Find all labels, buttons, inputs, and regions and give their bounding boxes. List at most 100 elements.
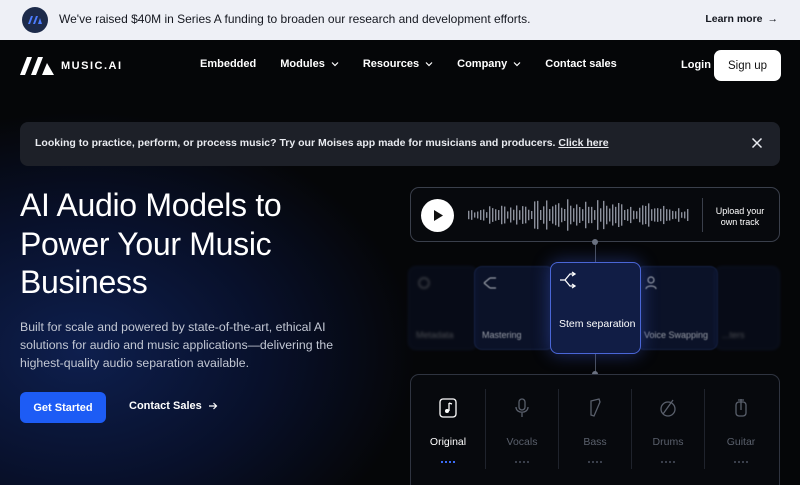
waveform-bar [648,203,650,227]
waveform-bar [675,211,677,219]
waveform-bar [543,206,545,224]
get-started-button[interactable]: Get Started [20,392,106,423]
waveform[interactable] [468,198,690,232]
waveform-bar [639,207,641,223]
module-card-next[interactable]: ...ters [714,266,780,350]
waveform-bar [678,208,680,222]
contact-sales-link[interactable]: Contact Sales [129,400,218,412]
waveform-bar [576,204,578,226]
module-card-mastering[interactable]: Mastering [474,266,554,350]
module-label: Metadata [416,330,454,340]
waveform-bar [510,207,512,223]
play-icon [433,210,443,221]
signup-button[interactable]: Sign up [714,50,781,81]
nav-link-company[interactable]: Company [457,58,521,70]
nav-link-contact-sales[interactable]: Contact sales [545,58,617,70]
contact-sales-label: Contact Sales [129,400,202,412]
banner-message: Looking to practice, perform, or process… [35,137,559,149]
waveform-bar [474,212,476,218]
waveform-bar [645,205,647,225]
waveform-bar [582,209,584,221]
stem-label: Guitar [726,436,756,448]
announcement-bar: We've raised $40M in Series A funding to… [0,0,800,40]
waveform-bar [660,208,662,222]
waveform-bar [663,205,665,225]
waveform-bar [600,208,602,222]
chevron-down-icon [331,62,339,67]
waveform-bar [504,206,506,224]
banner-click-here-link[interactable]: Click here [558,137,608,149]
waveform-bar [594,210,596,220]
stem-option-original[interactable]: Original [412,383,484,483]
waveform-bar [501,205,503,225]
guitar-icon [735,399,747,417]
module-card-voice-swapping[interactable]: Voice Swapping [636,266,718,350]
learn-more-link[interactable]: Learn more → [705,13,778,25]
connector-dot [592,239,598,245]
chevron-down-icon [513,62,521,67]
hero-headline: AI Audio Models to Power Your Music Busi… [20,187,282,300]
waveform-bar [513,209,515,221]
stem-indicator [734,461,748,463]
waveform-bar [498,210,500,220]
stem-option-bass[interactable]: Bass [559,383,631,483]
waveform-bar [528,209,530,221]
waveform-bar [627,209,629,221]
stem-option-vocals[interactable]: Vocals [486,383,558,483]
close-icon[interactable] [750,136,764,150]
waveform-bar [558,203,560,227]
stem-option-guitar[interactable]: Guitar [705,383,777,483]
waveform-bar [489,206,491,224]
waveform-bar [561,207,563,223]
connector-line [595,242,596,264]
waveform-bar [624,209,626,221]
module-label: ...ters [722,330,745,340]
nav-link-modules[interactable]: Modules [280,58,339,70]
waveform-bar [621,204,623,226]
module-card-metadata[interactable]: Metadata [408,266,478,350]
waveform-bar [666,209,668,221]
waveform-bar [588,206,590,224]
waveform-bar [537,200,539,230]
module-label: Voice Swapping [644,330,709,340]
waveform-bar [606,205,608,225]
top-nav: MUSIC.AI Embedded Modules Resources Comp… [0,40,800,92]
stem-indicator [661,461,675,463]
nav-link-label: Contact sales [545,58,617,70]
music-note-icon [439,398,457,418]
hero-subtitle: Built for scale and powered by state-of-… [20,320,334,370]
waveform-bar [654,208,656,222]
stem-label: Bass [583,436,607,448]
nav-link-embedded[interactable]: Embedded [200,58,256,70]
waveform-bar [633,210,635,220]
nav-link-resources[interactable]: Resources [363,58,433,70]
waveform-bar [684,211,686,219]
play-button[interactable] [421,199,454,232]
mastering-icon [483,277,496,289]
moises-info-banner: Looking to practice, perform, or process… [20,122,780,166]
waveform-bar [579,207,581,223]
bass-guitar-icon [590,398,601,417]
stem-option-drums[interactable]: Drums [632,383,704,483]
upload-track-link[interactable]: Upload your own track [711,206,769,227]
waveform-bar [471,210,473,220]
nav-link-label: Resources [362,58,420,70]
module-label: Mastering [482,330,522,340]
waveform-bar [495,209,497,221]
waveform-bar [525,206,527,224]
module-card-stem-separation[interactable]: Stem separation [550,262,641,354]
waveform-bar [483,209,485,221]
voice-icon [645,276,657,290]
brand-logo[interactable]: MUSIC.AI [20,57,123,75]
nav-link-label: Company [457,58,508,70]
waveform-bar [669,209,671,221]
microphone-icon [515,398,529,417]
waveform-bar [492,208,494,222]
learn-more-label: Learn more [705,13,763,25]
waveform-bar [552,206,554,224]
waveform-bar [564,209,566,221]
waveform-bar [618,202,620,228]
login-link[interactable]: Login [681,59,711,71]
nav-link-label: Modules [280,58,325,70]
metadata-icon [418,277,430,289]
